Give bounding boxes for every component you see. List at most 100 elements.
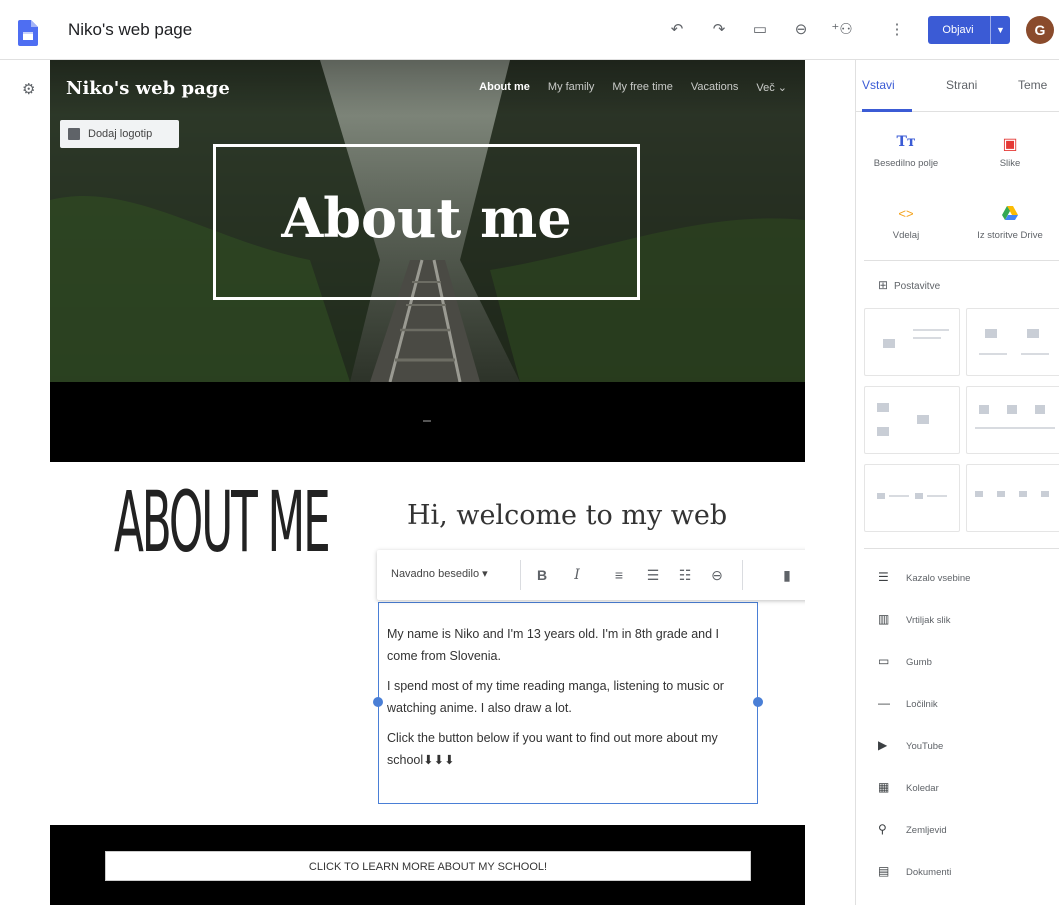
school-section[interactable]: CLICK TO LEARN MORE ABOUT MY SCHOOL! [50,825,805,905]
dark-section[interactable] [50,382,805,462]
insert-image-carousel[interactable]: ▥ Vrtiljak slik [878,610,1058,628]
bold-icon[interactable]: B [532,565,552,585]
layouts-header[interactable]: ⊞ Postavitve [878,278,940,292]
layout-image-placeholder [915,493,923,499]
layout-image-placeholder [979,405,989,414]
panel-divider [864,260,1059,261]
insert-from-drive[interactable]: Iz storitve Drive [960,206,1059,241]
redo-icon[interactable]: ↷ [707,18,731,42]
preview-device-icon[interactable]: ▭ [748,18,772,42]
layout-line [913,329,949,331]
image-icon: ▣ [1002,136,1018,153]
drive-icon [960,206,1059,224]
layout-tile-4[interactable] [966,386,1059,454]
link-icon[interactable]: ⊖ [789,18,813,42]
welcome-heading[interactable]: Hi, welcome to my web [407,500,727,531]
button-icon: ▭ [878,654,890,668]
learn-more-school-button[interactable]: CLICK TO LEARN MORE ABOUT MY SCHOOL! [105,851,751,881]
avatar[interactable]: G [1026,16,1054,44]
active-tab-indicator [862,109,912,112]
delete-icon[interactable]: ▮ [777,565,797,585]
text-box-selected[interactable]: My name is Niko and I'm 13 years old. I'… [373,602,763,804]
hero-title[interactable]: About me [216,188,637,248]
placeholder-dash [423,420,431,422]
insert-docs[interactable]: ▤ Dokumenti [878,862,1058,880]
toolbar-divider [742,560,743,590]
image-icon [68,128,80,140]
insert-link-icon[interactable]: ⊖ [707,565,727,585]
google-sites-icon[interactable] [18,20,38,46]
numbered-list-icon[interactable]: ☰ [643,565,663,585]
nav-item-vacations[interactable]: Vacations [691,81,739,94]
layout-image-placeholder [883,339,895,348]
layout-tile-2[interactable] [966,308,1059,376]
insert-panel: Vstavi Strani Teme Tт Besedilno polje ▣ … [855,60,1059,905]
layout-tile-3[interactable] [864,386,960,454]
add-logo-button[interactable]: Dodaj logotip [60,120,179,148]
insert-calendar[interactable]: ▦ Koledar [878,778,1058,796]
chevron-down-icon[interactable]: ▼ [990,16,1010,44]
layout-line [975,427,1055,429]
text-style-label: Navadno besedilo [391,568,480,580]
layout-image-placeholder [1041,491,1049,497]
site-title[interactable]: Niko's web page [68,20,192,40]
layout-image-placeholder [1019,491,1027,497]
text-box-icon: Tт [896,134,916,150]
insert-table-of-contents-label: Kazalo vsebine [906,573,971,584]
insert-from-drive-label: Iz storitve Drive [977,230,1043,241]
insert-map[interactable]: ⚲ Zemljevid [878,820,1058,838]
insert-youtube[interactable]: ▶ YouTube [878,736,1058,754]
layout-tile-5[interactable] [864,464,960,532]
undo-icon[interactable]: ↶ [665,18,689,42]
publish-button[interactable]: Objavi ▼ [928,16,1010,44]
insert-divider[interactable]: — Ločilnik [878,694,1058,712]
about-me-image-text[interactable]: ABOUT ME [114,480,331,564]
layout-tile-1[interactable] [864,308,960,376]
add-logo-label: Dodaj logotip [88,128,153,140]
paragraph-hobbies[interactable]: I spend most of my time reading manga, l… [387,675,749,719]
nav-item-more[interactable]: Več ⌄ [756,81,787,94]
layout-tile-6[interactable] [966,464,1059,532]
nav-item-about-me[interactable]: About me [479,81,530,94]
insert-text-box[interactable]: Tт Besedilno polje [856,134,956,169]
resize-handle-right[interactable] [753,697,763,707]
insert-docs-label: Dokumenti [906,867,952,878]
align-left-icon[interactable]: ≡ [609,565,629,585]
insert-embed[interactable]: <> Vdelaj [856,206,956,241]
layout-image-placeholder [997,491,1005,497]
resize-handle-left[interactable] [373,697,383,707]
layout-image-placeholder [1027,329,1039,338]
paragraph-school[interactable]: Click the button below if you want to fi… [387,727,749,771]
gear-icon[interactable]: ⚙ [22,80,35,98]
text-format-toolbar: Navadno besedilo ▾ B I ≡ ☰ ☷ ⊖ ▮ ⋮ [377,550,805,600]
insert-divider-label: Ločilnik [906,699,938,710]
tab-insert[interactable]: Vstavi [862,78,895,92]
more-vert-icon[interactable]: ⋮ [885,18,909,42]
tab-pages[interactable]: Strani [946,78,977,92]
layout-image-placeholder [975,491,983,497]
hero-title-frame[interactable]: About me [213,144,640,300]
layout-line [927,495,947,497]
insert-images-label: Slike [999,158,1021,169]
layout-image-placeholder [985,329,997,338]
nav-item-my-free-time[interactable]: My free time [612,81,673,94]
insert-button[interactable]: ▭ Gumb [878,652,1058,670]
insert-table-of-contents[interactable]: ☰ Kazalo vsebine [878,568,1058,586]
embed-icon: <> [898,206,914,221]
site-brand[interactable]: Niko's web page [66,78,230,99]
layout-line [889,495,909,497]
insert-youtube-label: YouTube [906,741,944,752]
paragraph-intro[interactable]: My name is Niko and I'm 13 years old. I'… [387,623,749,667]
layout-image-placeholder [1035,405,1045,414]
nav-links: About me My family My free time Vacation… [479,81,787,94]
panel-tabs: Vstavi Strani Teme [856,60,1059,112]
hero-section[interactable]: Niko's web page About me My family My fr… [50,60,805,382]
calendar-icon: ▦ [878,780,890,794]
tab-themes[interactable]: Teme [1018,78,1047,92]
bulleted-list-icon[interactable]: ☷ [675,565,695,585]
text-style-dropdown[interactable]: Navadno besedilo ▾ [391,567,488,580]
nav-item-my-family[interactable]: My family [548,81,594,94]
italic-icon[interactable]: I [567,565,587,585]
share-icon[interactable]: ⁺⚇ [830,18,854,42]
insert-images[interactable]: ▣ Slike [960,134,1059,169]
